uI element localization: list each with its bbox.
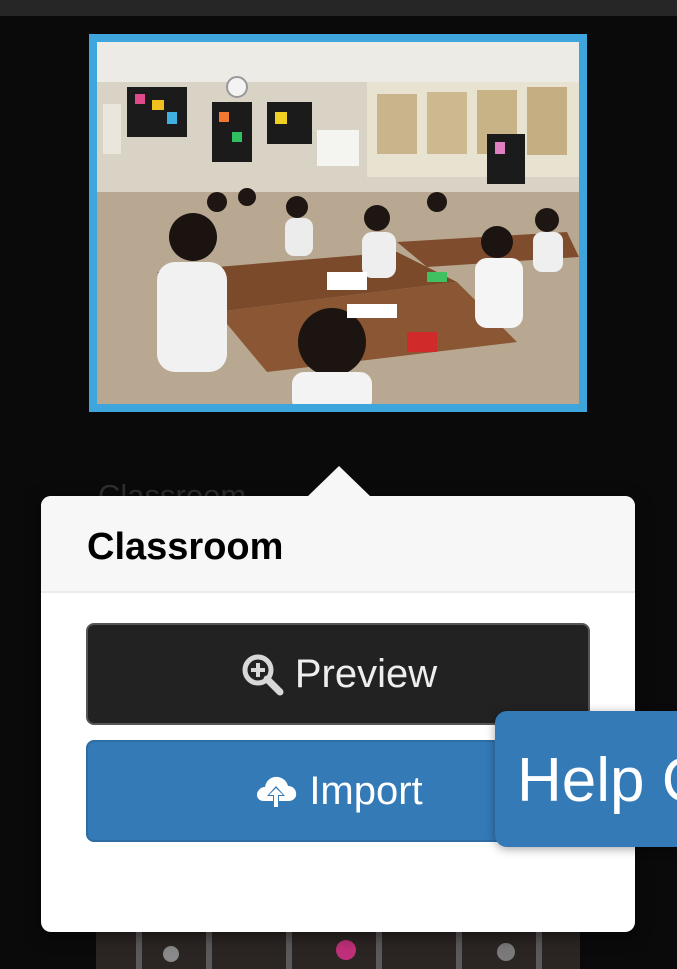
preview-button-label: Preview [294, 651, 438, 696]
cloud-upload-icon [253, 768, 299, 814]
zoom-in-icon [239, 651, 285, 697]
top-bar [0, 0, 677, 16]
popover-title: Classroom [87, 526, 284, 568]
help-center-label: Help Center [517, 746, 677, 815]
import-button-label: Import [309, 768, 423, 813]
help-center-tab[interactable]: Help Center [495, 711, 677, 847]
classroom-photo [97, 42, 579, 404]
template-thumbnail-classroom[interactable] [89, 34, 587, 412]
popover-arrow [307, 466, 371, 497]
preview-button[interactable]: Preview [86, 623, 590, 725]
